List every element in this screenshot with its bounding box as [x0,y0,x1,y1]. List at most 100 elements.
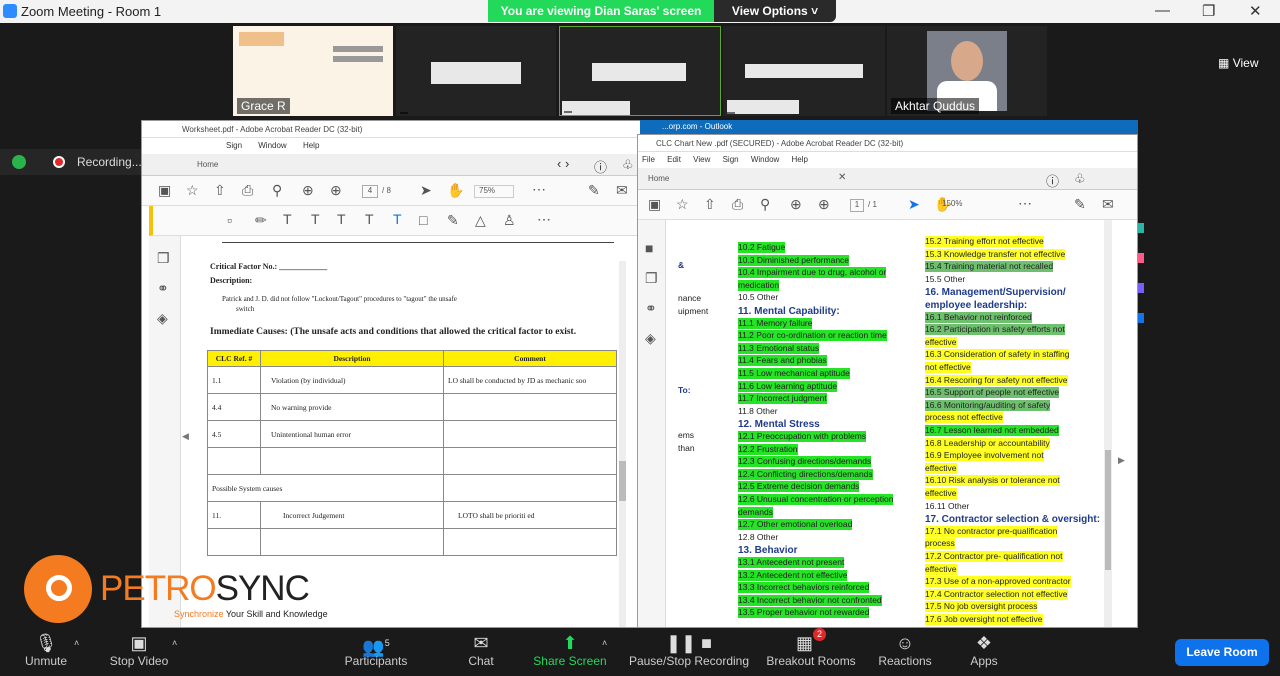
page-down-icon[interactable]: ⊕ [330,182,342,199]
layers-icon[interactable]: ◈ [157,310,168,327]
nav-arrows-icon[interactable]: ‹ › [557,156,569,171]
text-replace-icon[interactable]: T [337,211,346,227]
scrollbar[interactable] [1104,220,1112,627]
page-number-input[interactable]: 1 [850,199,864,212]
minimize-icon[interactable]: — [1155,2,1170,19]
highlight-pen-icon[interactable]: ✏ [255,212,267,229]
text-insert-icon[interactable]: T [365,211,374,227]
menu-window[interactable]: Window [258,141,286,150]
breakout-badge: 2 [813,628,827,641]
reactions-button[interactable]: ☺ Reactions [875,628,935,668]
unmute-button[interactable]: 🎙 Unmute [18,628,74,668]
collapse-arrow-icon[interactable]: ◀ [182,431,189,442]
zoom-select[interactable]: 150% [938,199,978,212]
restore-icon[interactable]: ❐ [1202,2,1215,20]
cursor-icon[interactable]: ➤ [908,196,920,213]
tab-close-icon[interactable]: ✕ [838,172,846,183]
layers-icon[interactable]: ◈ [645,330,656,347]
bell-icon[interactable]: ♧ [622,157,634,173]
audio-options-chevron-icon[interactable]: ˄ [74,638,79,648]
participant-video[interactable] [723,26,885,116]
zoom-search-icon[interactable]: ⚲ [760,196,770,213]
pages-thumbnail-icon[interactable]: ❐ [157,250,170,267]
menu-file[interactable]: File [642,155,655,164]
share-screen-button[interactable]: ⬆ Share Screen [530,628,610,668]
page-up-icon[interactable]: ⊕ [790,196,802,213]
pen-sign-icon[interactable]: ✎ [588,182,600,199]
chat-button[interactable]: ✉ Chat [460,628,502,668]
zoom-select[interactable]: 75% [474,185,514,198]
save-icon[interactable]: ▣ [648,196,661,213]
participant-video[interactable]: Grace R [233,26,393,116]
menu-window[interactable]: Window [751,155,779,164]
scrollbar-thumb[interactable] [619,461,626,501]
more-icon[interactable]: ⋯ [532,181,546,198]
participant-video[interactable] [396,26,556,116]
page-up-icon[interactable]: ⊕ [302,182,314,199]
upload-icon[interactable]: ⇧ [214,182,226,199]
help-icon[interactable]: ⓘ [1046,171,1059,190]
cursor-icon[interactable]: ➤ [420,182,432,199]
draw-icon[interactable]: ✎ [447,212,459,229]
add-text-icon[interactable]: T [393,211,402,227]
view-options-button[interactable]: View Options ˅ [714,0,836,22]
share-options-chevron-icon[interactable]: ˄ [602,638,607,648]
attachment-icon[interactable]: ⚭ [157,280,169,297]
more-tools-icon[interactable]: ⋯ [537,211,551,228]
page-number-input[interactable]: 4 [362,185,378,198]
video-options-chevron-icon[interactable]: ˄ [172,638,177,648]
star-icon[interactable]: ☆ [676,196,689,213]
save-icon[interactable]: ▣ [158,182,171,199]
partial-text: nance [678,293,702,303]
upload-icon[interactable]: ⇧ [704,196,716,213]
mail-icon[interactable]: ✉ [616,182,628,199]
text-underline-icon[interactable]: T [283,211,292,227]
text-strike-icon[interactable]: T [311,211,320,227]
gallery-view-button[interactable]: ▦ View [1218,56,1258,70]
participant-video-active[interactable] [559,26,721,116]
app-icon[interactable] [1138,253,1144,263]
pause-stop-recording-button[interactable]: ❚❚ ■ Pause/Stop Recording [625,628,753,668]
print-icon[interactable]: ⎙ [242,182,253,199]
eraser-icon[interactable]: △ [475,212,486,229]
zoom-search-icon[interactable]: ⚲ [272,182,282,199]
star-icon[interactable]: ☆ [186,182,199,199]
scrollbar[interactable] [619,261,626,627]
breakout-rooms-button[interactable]: ▦ 2 Breakout Rooms [763,628,859,668]
page-down-icon[interactable]: ⊕ [818,196,830,213]
participants-button[interactable]: 👥5 Participants [340,628,412,668]
stop-video-button[interactable]: ▣ Stop Video [104,628,174,668]
close-icon[interactable]: ✕ [1249,2,1262,20]
menu-help[interactable]: Help [792,155,808,164]
print-icon[interactable]: ⎙ [732,196,743,213]
stamp-icon[interactable]: ♙ [503,212,516,229]
apps-button[interactable]: ❖ Apps [962,628,1006,668]
participant-video[interactable]: Akhtar Quddus [887,26,1047,116]
menu-help[interactable]: Help [303,141,319,150]
app-icon[interactable] [1138,313,1144,323]
mail-icon[interactable]: ✉ [1102,196,1114,213]
scrollbar-thumb[interactable] [1105,450,1111,570]
menu-sign[interactable]: Sign [723,155,739,164]
apps-label: Apps [970,654,998,668]
section-heading: 17. Contractor selection & oversight: [925,514,1101,526]
app-icon[interactable] [1138,223,1144,233]
textbox-icon[interactable]: □ [419,212,427,228]
attachment-icon[interactable]: ⚭ [645,300,657,317]
tab-home[interactable]: Home [197,160,218,169]
lock-icon[interactable]: ■ [645,240,653,256]
leave-room-button[interactable]: Leave Room [1175,639,1269,666]
help-icon[interactable]: ⓘ [594,157,607,176]
pages-thumbnail-icon[interactable]: ❐ [645,270,658,287]
menu-view[interactable]: View [693,155,710,164]
hand-icon[interactable]: ✋ [447,182,464,199]
tab-home[interactable]: Home [648,174,669,183]
more-icon[interactable]: ⋯ [1018,195,1032,212]
expand-arrow-icon[interactable]: ▶ [1118,455,1125,466]
pen-sign-icon[interactable]: ✎ [1074,196,1086,213]
bell-icon[interactable]: ♧ [1074,171,1086,187]
comment-icon[interactable]: ▫ [227,212,232,228]
menu-sign[interactable]: Sign [226,141,242,150]
menu-edit[interactable]: Edit [667,155,681,164]
app-icon[interactable] [1138,283,1144,293]
